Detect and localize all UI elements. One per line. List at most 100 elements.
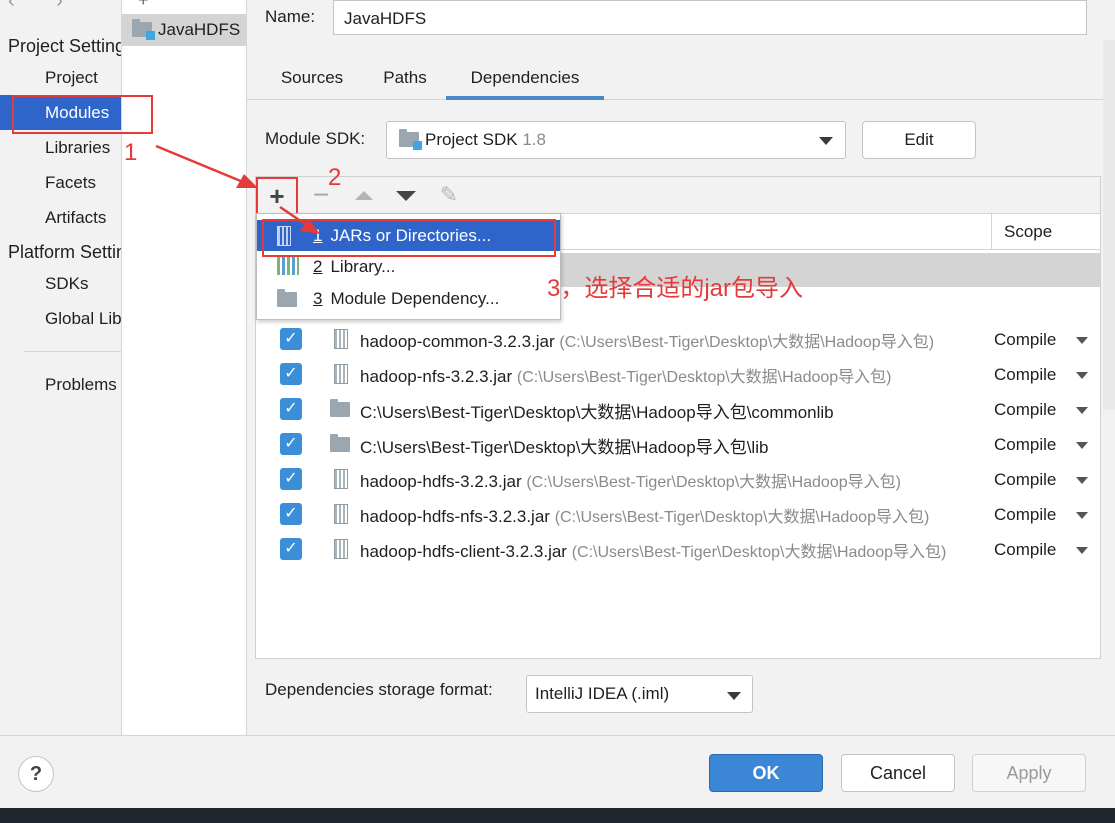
- sidebar-item-global-libraries[interactable]: Global Libraries: [0, 301, 121, 336]
- dependency-path: (C:\Users\Best-Tiger\Desktop\大数据\Hadoop导…: [571, 544, 947, 561]
- sdk-version: 1.8: [522, 130, 546, 149]
- scope-dropdown-icon[interactable]: [1076, 477, 1088, 484]
- move-up-icon[interactable]: [355, 191, 373, 200]
- ok-button[interactable]: OK: [709, 754, 823, 792]
- scope-value[interactable]: Compile: [994, 330, 1056, 350]
- scope-value[interactable]: Compile: [994, 470, 1056, 490]
- module-tree-label: JavaHDFS: [158, 20, 241, 39]
- dependency-path: (C:\Users\Best-Tiger\Desktop\大数据\Hadoop导…: [554, 509, 930, 526]
- section-project-settings: Project Settings: [8, 36, 121, 56]
- scope-value[interactable]: Compile: [994, 505, 1056, 525]
- sidebar-item-project[interactable]: Project: [0, 60, 121, 95]
- sidebar-item-libraries[interactable]: Libraries: [0, 130, 121, 165]
- annotation-step-2: 2: [328, 164, 342, 191]
- tab-paths[interactable]: Paths: [375, 64, 435, 100]
- sidebar-item-artifacts[interactable]: Artifacts: [0, 200, 121, 235]
- export-checkbox[interactable]: ✓: [280, 363, 302, 385]
- move-down-icon[interactable]: [396, 191, 416, 201]
- storage-format-label: Dependencies storage format:: [265, 680, 493, 699]
- popup-item-module-dependency[interactable]: 3 Module Dependency...: [257, 283, 560, 314]
- module-dependency-icon: [277, 289, 297, 307]
- name-label: Name:: [265, 7, 316, 26]
- table-row[interactable]: ✓ hadoop-common-3.2.3.jar (C:\Users\Best…: [256, 322, 1100, 357]
- section-platform-settings: Platform Settings: [8, 242, 121, 262]
- module-sdk-label: Module SDK:: [265, 129, 366, 148]
- dependency-path: (C:\Users\Best-Tiger\Desktop\大数据\Hadoop导…: [526, 474, 901, 491]
- scope-value[interactable]: Compile: [994, 540, 1056, 560]
- scope-dropdown-icon[interactable]: [1076, 407, 1088, 414]
- scope-column-header[interactable]: Scope: [991, 214, 1100, 250]
- scope-dropdown-icon[interactable]: [1076, 547, 1088, 554]
- sidebar-divider: [24, 351, 121, 352]
- scope-dropdown-icon[interactable]: [1076, 512, 1088, 519]
- table-row[interactable]: ✓ C:\Users\Best-Tiger\Desktop\大数据\Hadoop…: [256, 392, 1100, 427]
- dependency-name: C:\Users\Best-Tiger\Desktop\大数据\Hadoop导入…: [360, 438, 769, 457]
- jar-icon: [334, 539, 348, 559]
- dependency-path: (C:\Users\Best-Tiger\Desktop\大数据\Hadoop导…: [559, 334, 935, 351]
- storage-format-select[interactable]: IntelliJ IDEA (.iml): [526, 675, 753, 713]
- add-dependency-button[interactable]: +: [256, 177, 298, 215]
- export-checkbox[interactable]: ✓: [280, 433, 302, 455]
- jar-icon: [334, 504, 348, 524]
- dependencies-toolbar: + − ✎: [256, 177, 1100, 215]
- library-icon: [277, 257, 299, 275]
- sidebar-item-problems[interactable]: Problems: [0, 367, 121, 402]
- jar-icon: [334, 364, 348, 384]
- module-sdk-select[interactable]: Project SDK 1.8: [386, 121, 846, 159]
- module-tabs: Sources Paths Dependencies: [247, 64, 1115, 100]
- taskbar-strip: [0, 808, 1115, 823]
- dependency-name: hadoop-common-3.2.3.jar (C:\Users\Best-T…: [360, 332, 935, 351]
- chevron-down-icon: [727, 692, 741, 700]
- back-forward-arrows[interactable]: ‹ ›: [8, 0, 81, 13]
- help-button[interactable]: ?: [18, 756, 54, 792]
- dependency-path: (C:\Users\Best-Tiger\Desktop\大数据\Hadoop导…: [516, 369, 892, 386]
- apply-button[interactable]: Apply: [972, 754, 1086, 792]
- cancel-button[interactable]: Cancel: [841, 754, 955, 792]
- dependency-name: C:\Users\Best-Tiger\Desktop\大数据\Hadoop导入…: [360, 403, 834, 422]
- module-name-input[interactable]: JavaHDFS: [333, 0, 1087, 35]
- dependency-name: hadoop-nfs-3.2.3.jar (C:\Users\Best-Tige…: [360, 367, 892, 386]
- table-row[interactable]: ✓ C:\Users\Best-Tiger\Desktop\大数据\Hadoop…: [256, 427, 1100, 462]
- export-checkbox[interactable]: ✓: [280, 468, 302, 490]
- edit-pencil-icon[interactable]: ✎: [436, 179, 462, 211]
- module-tree-item[interactable]: JavaHDFS: [122, 14, 246, 46]
- sdk-folder-icon: [399, 129, 422, 150]
- table-row[interactable]: ✓ hadoop-hdfs-3.2.3.jar (C:\Users\Best-T…: [256, 462, 1100, 497]
- storage-format-value: IntelliJ IDEA (.iml): [535, 684, 670, 703]
- module-settings-panel: Name: JavaHDFS Sources Paths Dependencie…: [247, 0, 1115, 735]
- tab-sources[interactable]: Sources: [269, 64, 355, 100]
- scope-value[interactable]: Compile: [994, 365, 1056, 385]
- jar-icon: [334, 469, 348, 489]
- export-checkbox[interactable]: ✓: [280, 398, 302, 420]
- edit-sdk-button[interactable]: Edit: [862, 121, 976, 159]
- dependency-name: hadoop-hdfs-client-3.2.3.jar (C:\Users\B…: [360, 542, 947, 561]
- chevron-down-icon: [819, 137, 833, 145]
- folder-icon: [330, 399, 350, 417]
- scope-value[interactable]: Compile: [994, 435, 1056, 455]
- dependency-name: hadoop-hdfs-3.2.3.jar (C:\Users\Best-Tig…: [360, 472, 901, 491]
- dialog-button-bar: ? OK Cancel Apply: [0, 735, 1115, 808]
- scope-value[interactable]: Compile: [994, 400, 1056, 420]
- annotation-step-3: 3，选择合适的jar包导入: [547, 275, 804, 302]
- vertical-scrollbar[interactable]: [1103, 40, 1115, 410]
- folder-icon: [330, 434, 350, 452]
- scope-dropdown-icon[interactable]: [1076, 442, 1088, 449]
- export-checkbox[interactable]: ✓: [280, 328, 302, 350]
- annotation-box-modules: [12, 95, 153, 134]
- sdk-value: Project SDK: [425, 130, 518, 149]
- sidebar-item-sdks[interactable]: SDKs: [0, 266, 121, 301]
- table-row[interactable]: ✓ hadoop-hdfs-nfs-3.2.3.jar (C:\Users\Be…: [256, 497, 1100, 532]
- table-row[interactable]: ✓ hadoop-nfs-3.2.3.jar (C:\Users\Best-Ti…: [256, 357, 1100, 392]
- export-checkbox[interactable]: ✓: [280, 538, 302, 560]
- annotation-step-1: 1: [124, 139, 138, 166]
- sidebar-item-facets[interactable]: Facets: [0, 165, 121, 200]
- jar-icon: [334, 329, 348, 349]
- table-row[interactable]: ✓ hadoop-hdfs-client-3.2.3.jar (C:\Users…: [256, 532, 1100, 567]
- add-module-icon[interactable]: +: [138, 0, 149, 11]
- annotation-box-jars: [262, 219, 556, 257]
- tab-dependencies[interactable]: Dependencies: [446, 64, 604, 100]
- export-checkbox[interactable]: ✓: [280, 503, 302, 525]
- dependency-name: hadoop-hdfs-nfs-3.2.3.jar (C:\Users\Best…: [360, 507, 930, 526]
- scope-dropdown-icon[interactable]: [1076, 337, 1088, 344]
- scope-dropdown-icon[interactable]: [1076, 372, 1088, 379]
